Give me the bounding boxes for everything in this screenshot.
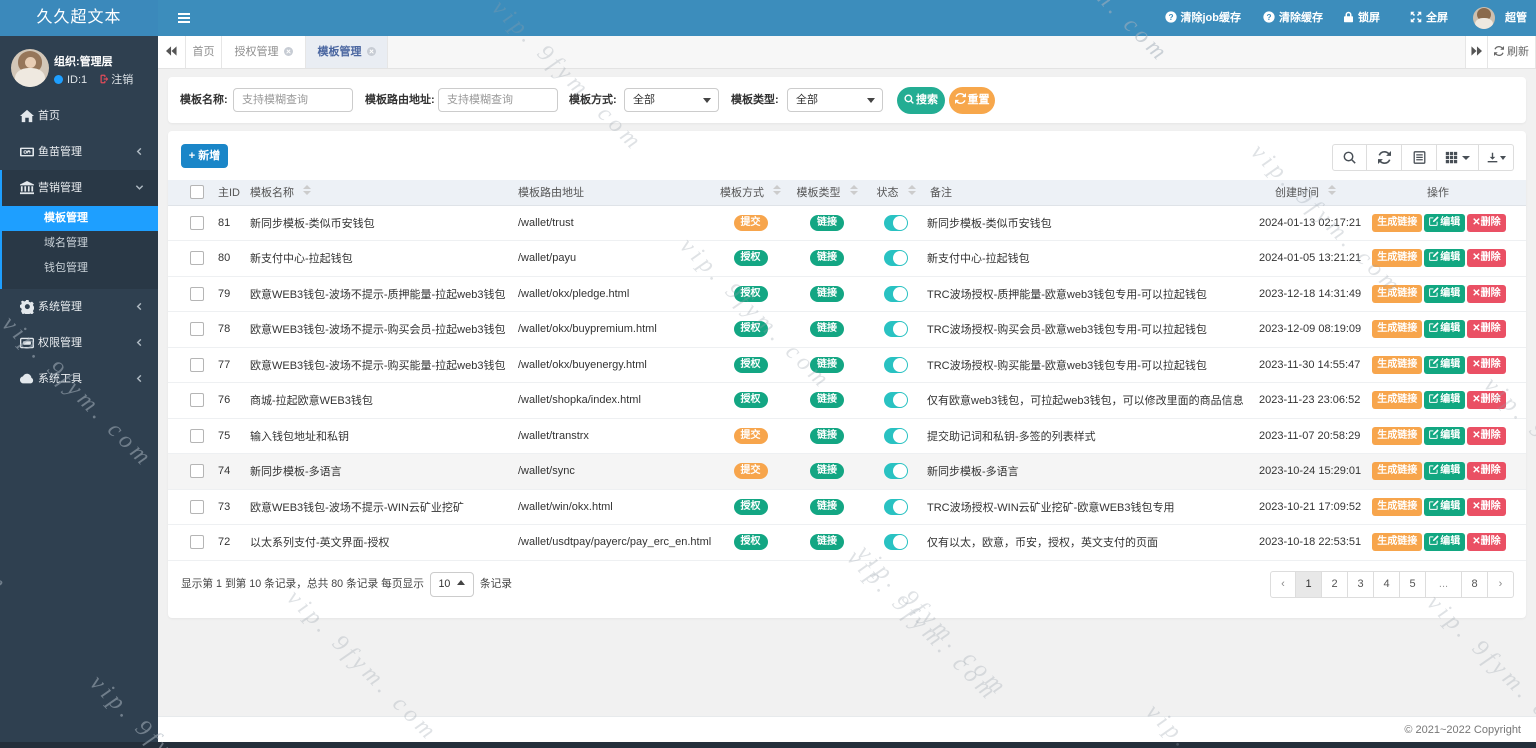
svg-text:?: ? <box>1266 13 1271 22</box>
svg-text:?: ? <box>1168 13 1173 22</box>
